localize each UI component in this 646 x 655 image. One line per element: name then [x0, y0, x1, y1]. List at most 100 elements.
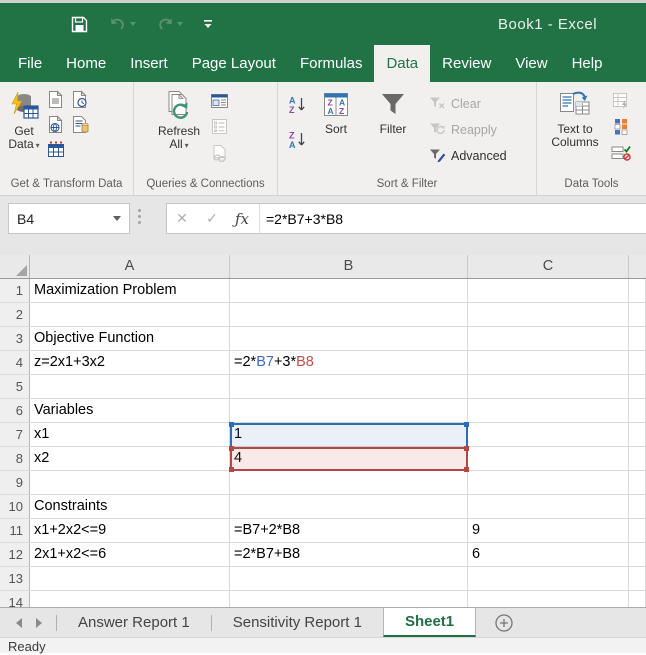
cell-C13[interactable] [468, 567, 629, 590]
cell-C14[interactable] [468, 591, 629, 607]
cell-D8[interactable] [629, 447, 646, 470]
row-header-1[interactable]: 1 [0, 279, 30, 302]
row-header-7[interactable]: 7 [0, 423, 30, 446]
cell-C1[interactable] [468, 279, 629, 302]
cell-A5[interactable] [30, 375, 230, 398]
remove-duplicates-button[interactable] [609, 115, 632, 138]
ref-handle[interactable] [464, 467, 469, 472]
cell-C11[interactable]: 9 [468, 519, 629, 542]
cell-C8[interactable] [468, 447, 629, 470]
row-header-5[interactable]: 5 [0, 375, 30, 398]
name-box[interactable]: B4 [8, 203, 130, 234]
cell-C10[interactable] [468, 495, 629, 518]
cell-D12[interactable] [629, 543, 646, 566]
cell-A13[interactable] [30, 567, 230, 590]
cell-C6[interactable] [468, 399, 629, 422]
cell-D4[interactable] [629, 351, 646, 374]
cell-B8[interactable]: 4 [230, 447, 468, 470]
sort-az-button[interactable]: A Z [286, 93, 309, 116]
row-header-11[interactable]: 11 [0, 519, 30, 542]
tab-help[interactable]: Help [560, 45, 615, 82]
cell-B4[interactable]: =2*B7+3*B8 [230, 351, 468, 374]
customize-qat-button[interactable] [203, 18, 213, 30]
get-data-button[interactable]: Get Data▾ [8, 87, 40, 152]
cell-A4[interactable]: z=2x1+3x2 [30, 351, 230, 374]
cell-B5[interactable] [230, 375, 468, 398]
refresh-all-button[interactable]: Refresh All▾ [158, 87, 200, 152]
data-validation-button[interactable] [609, 141, 632, 164]
row-header-14[interactable]: 14 [0, 591, 30, 607]
cell-A8[interactable]: x2 [30, 447, 230, 470]
sheet-tab-answer-report[interactable]: Answer Report 1 [57, 608, 211, 637]
recent-sources-button[interactable] [68, 88, 91, 111]
cell-A6[interactable]: Variables [30, 399, 230, 422]
column-header-D-partial[interactable] [629, 255, 646, 278]
cell-C3[interactable] [468, 327, 629, 350]
column-header-C[interactable]: C [468, 255, 629, 278]
tab-page-layout[interactable]: Page Layout [180, 45, 288, 82]
next-sheet-icon[interactable] [36, 618, 42, 628]
tab-data[interactable]: Data [374, 45, 430, 82]
row-header-13[interactable]: 13 [0, 567, 30, 590]
from-web-button[interactable] [44, 113, 67, 136]
cell-B6[interactable] [230, 399, 468, 422]
cell-B12[interactable]: =2*B7+B8 [230, 543, 468, 566]
queries-connections-pane-button[interactable] [208, 89, 231, 112]
tab-file[interactable]: File [6, 45, 54, 82]
sort-za-button[interactable]: Z A [286, 128, 309, 151]
row-header-8[interactable]: 8 [0, 447, 30, 470]
ref-handle[interactable] [464, 446, 469, 451]
ref-handle[interactable] [229, 446, 234, 451]
cell-B13[interactable] [230, 567, 468, 590]
cell-A3[interactable]: Objective Function [30, 327, 230, 350]
ref-handle[interactable] [464, 422, 469, 427]
cell-D9[interactable] [629, 471, 646, 494]
advanced-filter-button[interactable]: Advanced [429, 145, 507, 166]
formula-input[interactable]: =2*B7+3*B8 [266, 211, 343, 227]
row-header-9[interactable]: 9 [0, 471, 30, 494]
row-header-6[interactable]: 6 [0, 399, 30, 422]
tab-insert[interactable]: Insert [118, 45, 180, 82]
cell-D5[interactable] [629, 375, 646, 398]
cell-C9[interactable] [468, 471, 629, 494]
cell-C5[interactable] [468, 375, 629, 398]
cell-D1[interactable] [629, 279, 646, 302]
existing-connections-button[interactable] [68, 113, 91, 136]
cell-B2[interactable] [230, 303, 468, 326]
cell-A1[interactable]: Maximization Problem [30, 279, 230, 302]
cell-B9[interactable] [230, 471, 468, 494]
sheet-tab-sheet1[interactable]: Sheet1 [383, 608, 476, 637]
previous-sheet-icon[interactable] [16, 618, 22, 628]
cell-B11[interactable]: =B7+2*B8 [230, 519, 468, 542]
filter-button[interactable]: Filter [367, 87, 419, 136]
cell-C4[interactable] [468, 351, 629, 374]
row-header-4[interactable]: 4 [0, 351, 30, 374]
save-button[interactable] [70, 15, 89, 34]
cell-B14[interactable] [230, 591, 468, 607]
cell-B10[interactable] [230, 495, 468, 518]
ref-handle[interactable] [229, 422, 234, 427]
cell-A11[interactable]: x1+2x2<=9 [30, 519, 230, 542]
insert-function-button[interactable]: ƒx [227, 210, 257, 228]
redo-button[interactable] [156, 16, 183, 32]
cell-A14[interactable] [30, 591, 230, 607]
sheet-tab-sensitivity-report[interactable]: Sensitivity Report 1 [212, 608, 383, 637]
cell-A10[interactable]: Constraints [30, 495, 230, 518]
ref-handle[interactable] [229, 467, 234, 472]
text-to-columns-button[interactable]: Text to Columns [547, 87, 603, 149]
cancel-button[interactable]: ✕ [167, 210, 197, 227]
cell-A9[interactable] [30, 471, 230, 494]
row-header-3[interactable]: 3 [0, 327, 30, 350]
cell-D7[interactable] [629, 423, 646, 446]
cell-C7[interactable] [468, 423, 629, 446]
column-header-A[interactable]: A [30, 255, 230, 278]
undo-button[interactable] [109, 16, 136, 32]
reapply-button[interactable]: Reapply [429, 119, 507, 140]
cell-B3[interactable] [230, 327, 468, 350]
from-table-range-button[interactable] [44, 138, 67, 161]
row-header-2[interactable]: 2 [0, 303, 30, 326]
from-text-csv-button[interactable] [44, 88, 67, 111]
cell-D10[interactable] [629, 495, 646, 518]
cell-D13[interactable] [629, 567, 646, 590]
tab-home[interactable]: Home [54, 45, 118, 82]
